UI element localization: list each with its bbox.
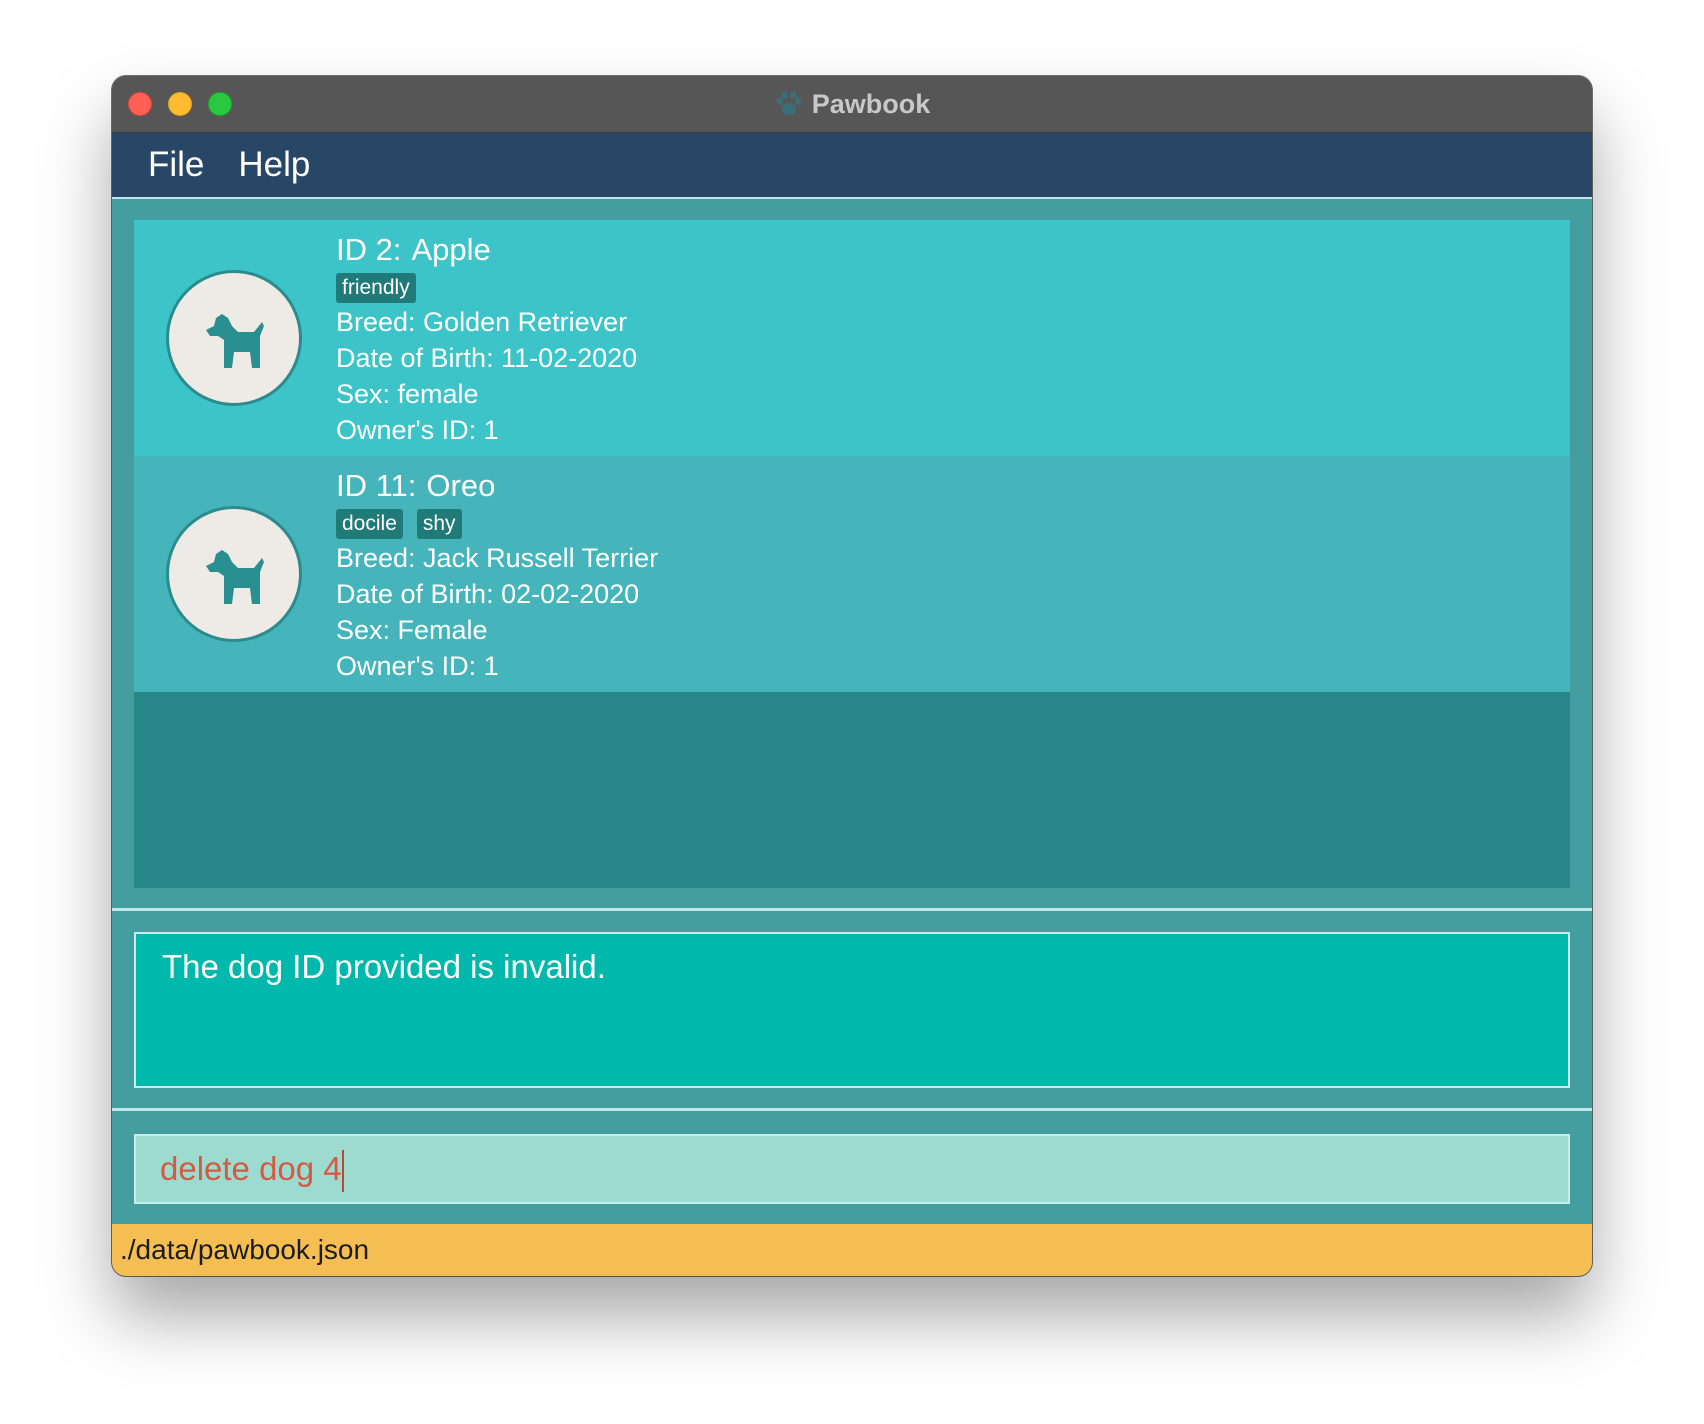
dog-tags: docile shy <box>336 508 658 540</box>
dog-name: Apple <box>411 232 491 267</box>
paw-icon <box>776 91 801 115</box>
dog-owner-id: Owner's ID: 1 <box>336 651 499 681</box>
menu-help[interactable]: Help <box>221 145 327 185</box>
panel-divider[interactable] <box>112 1108 1592 1111</box>
menu-bar: File Help <box>112 133 1592 199</box>
command-box[interactable] <box>134 1134 1570 1204</box>
dog-list-panel[interactable]: ID 2: Apple friendly Breed: Golden Retrie… <box>134 220 1570 888</box>
dog-tag: docile <box>336 509 403 539</box>
dog-details: ID 2: Apple friendly Breed: Golden Retrie… <box>336 230 637 448</box>
dog-icon <box>206 550 264 604</box>
save-file-path: ./data/pawbook.json <box>120 1234 370 1265</box>
dog-id: ID 11: <box>336 468 417 503</box>
status-bar: ./data/pawbook.json <box>112 1224 1592 1276</box>
dog-dob: Date of Birth: 11-02-2020 <box>336 343 638 373</box>
command-input[interactable] <box>136 1136 1568 1202</box>
dog-sex: Sex: female <box>336 379 479 409</box>
text-caret <box>342 1150 344 1192</box>
dog-sex: Sex: Female <box>336 615 488 645</box>
dog-card[interactable]: ID 11: Oreo docile shy Breed: Jack Russel… <box>134 456 1570 692</box>
dog-avatar <box>166 270 302 406</box>
dog-heading: ID 2: Apple <box>336 230 637 270</box>
dog-icon <box>206 314 264 368</box>
menu-file[interactable]: File <box>131 145 221 185</box>
dog-dob: Date of Birth: 02-02-2020 <box>336 579 640 609</box>
panel-divider[interactable] <box>112 908 1592 911</box>
window-title: Pawbook <box>811 88 931 119</box>
dog-name: Oreo <box>426 468 496 503</box>
dog-breed: Breed: Jack Russell Terrier <box>336 543 659 573</box>
dog-tag: shy <box>416 509 462 539</box>
dog-id: ID 2: <box>336 232 402 267</box>
window-title-group: Pawbook <box>112 76 1592 132</box>
dog-card[interactable]: ID 2: Apple friendly Breed: Golden Retrie… <box>134 220 1570 456</box>
result-message: The dog ID provided is invalid. <box>162 948 606 985</box>
dog-owner-id: Owner's ID: 1 <box>336 415 499 445</box>
dog-breed: Breed: Golden Retriever <box>336 307 628 337</box>
dog-heading: ID 11: Oreo <box>336 466 658 506</box>
dog-details: ID 11: Oreo docile shy Breed: Jack Russel… <box>336 466 658 684</box>
title-bar: Pawbook <box>112 76 1592 133</box>
dog-tag: friendly <box>336 273 416 303</box>
dog-avatar <box>166 506 302 642</box>
dog-tags: friendly <box>336 272 637 304</box>
result-display: The dog ID provided is invalid. <box>134 932 1570 1088</box>
app-window: Pawbook File Help ID 2: Apple friendly Br… <box>112 76 1592 1276</box>
